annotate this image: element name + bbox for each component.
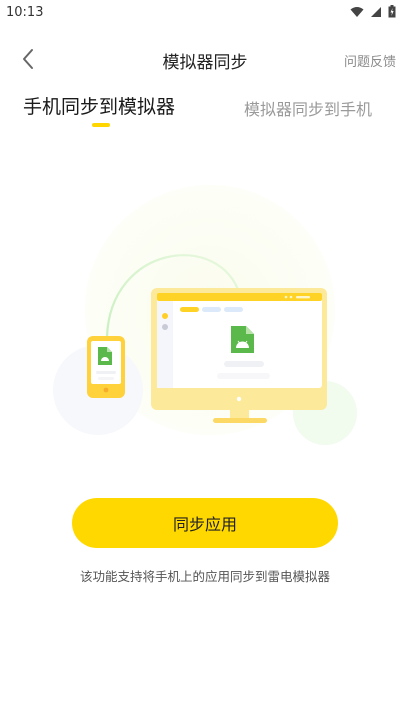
tab-phone-to-emulator[interactable]: 手机同步到模拟器 bbox=[23, 92, 175, 119]
sync-illustration bbox=[53, 185, 357, 445]
feedback-link[interactable]: 问题反馈 bbox=[344, 51, 396, 70]
cellular-signal-icon bbox=[371, 6, 381, 17]
wifi-icon bbox=[350, 6, 364, 17]
tab-bar: 手机同步到模拟器 模拟器同步到手机 bbox=[0, 92, 410, 132]
status-icons bbox=[350, 5, 396, 18]
header: 模拟器同步 问题反馈 bbox=[0, 36, 410, 82]
tab-active-indicator bbox=[92, 123, 110, 127]
feature-description: 该功能支持将手机上的应用同步到雷电模拟器 bbox=[79, 569, 330, 584]
monitor-illustration bbox=[151, 288, 327, 423]
tab-emulator-to-phone[interactable]: 模拟器同步到手机 bbox=[244, 96, 372, 120]
sync-apps-button[interactable]: 同步应用 bbox=[72, 498, 338, 548]
phone-illustration bbox=[87, 336, 125, 398]
battery-charging-icon bbox=[388, 5, 396, 18]
status-time: 10:13 bbox=[6, 5, 44, 20]
status-bar: 10:13 bbox=[0, 0, 410, 26]
